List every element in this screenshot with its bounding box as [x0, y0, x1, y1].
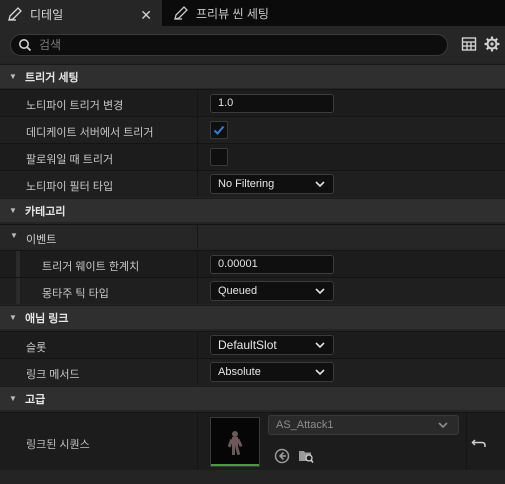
- link-method-dropdown[interactable]: Absolute: [210, 362, 334, 382]
- notify-trigger-change-field[interactable]: 1.0: [210, 94, 334, 113]
- property-row-montage-tick-type: 몽타주 틱 타입 Queued: [0, 277, 505, 304]
- category-anim-link[interactable]: ▼ 애님 링크: [0, 305, 505, 329]
- table-view-icon[interactable]: [461, 36, 477, 52]
- slot-dropdown[interactable]: DefaultSlot: [210, 335, 334, 355]
- search-box[interactable]: [10, 34, 448, 56]
- collapse-arrow-icon: ▼: [9, 72, 17, 81]
- dropdown-value: Absolute: [218, 366, 261, 378]
- subcategory-label: 이벤트: [26, 234, 57, 246]
- indent-guide: [16, 278, 20, 304]
- chevron-down-icon: [315, 288, 325, 295]
- tab-label: 디테일: [30, 7, 64, 22]
- search-bar: [0, 26, 505, 62]
- column-splitter[interactable]: [197, 117, 198, 143]
- property-label: 슬롯: [26, 342, 47, 354]
- category-label: 고급: [25, 393, 46, 406]
- chevron-down-icon: [315, 181, 325, 188]
- column-splitter[interactable]: [197, 171, 198, 197]
- category-advanced[interactable]: ▼ 고급: [0, 386, 505, 410]
- property-row-slot: 슬롯 DefaultSlot: [0, 331, 505, 358]
- reset-to-default-icon[interactable]: [471, 435, 487, 451]
- character-preview-image: [211, 418, 259, 466]
- tab-details[interactable]: 디테일 ✕: [0, 0, 162, 26]
- column-splitter[interactable]: [197, 278, 198, 304]
- dropdown-value: No Filtering: [218, 178, 275, 190]
- tab-bar: 디테일 ✕ 프리뷰 씬 세팅: [0, 0, 505, 26]
- tab-preview-scene-settings[interactable]: 프리뷰 씬 세팅: [166, 0, 316, 26]
- trigger-weight-threshold-field[interactable]: 0.00001: [210, 255, 334, 274]
- property-row-trigger-weight-threshold: 트리거 웨이트 한계치 0.00001: [0, 250, 505, 277]
- column-splitter: [466, 413, 467, 470]
- thumbnail-status-bar: [211, 464, 259, 466]
- use-selected-asset-icon[interactable]: [274, 448, 290, 464]
- linked-sequence-asset-picker[interactable]: AS_Attack1: [268, 415, 459, 435]
- collapse-arrow-icon: ▼: [9, 206, 17, 215]
- column-splitter[interactable]: [197, 359, 198, 385]
- pencil-icon: [172, 4, 190, 22]
- category-label: 애님 링크: [25, 312, 69, 325]
- column-splitter[interactable]: [197, 90, 198, 116]
- subcategory-event[interactable]: ▼ 이벤트: [0, 224, 505, 248]
- chevron-down-icon: [315, 369, 325, 376]
- column-splitter[interactable]: [197, 413, 198, 470]
- close-icon[interactable]: ✕: [140, 7, 152, 24]
- category-label: 카테고리: [25, 205, 66, 218]
- pencil-icon: [6, 5, 24, 23]
- dropdown-value: Queued: [218, 285, 258, 297]
- property-row-notify-filter-type: 노티파이 필터 타입 No Filtering: [0, 170, 505, 197]
- asset-name: AS_Attack1: [276, 419, 334, 431]
- notify-filter-type-dropdown[interactable]: No Filtering: [210, 174, 334, 194]
- category-category[interactable]: ▼ 카테고리: [0, 198, 505, 222]
- trigger-on-dedicated-checkbox[interactable]: [210, 121, 228, 139]
- property-label: 링크 메서드: [26, 369, 80, 381]
- gear-icon[interactable]: [484, 36, 500, 52]
- column-splitter[interactable]: [197, 332, 198, 358]
- checkmark-icon: [213, 125, 225, 135]
- property-label: 노티파이 트리거 변경: [26, 100, 124, 112]
- details-panel: ▼ 트리거 세팅 노티파이 트리거 변경 1.0 데디케이트 서버에서 트리거 …: [0, 62, 505, 484]
- column-splitter[interactable]: [197, 251, 198, 277]
- collapse-arrow-icon: ▼: [10, 231, 18, 240]
- tab-label: 프리뷰 씬 세팅: [196, 6, 269, 21]
- sequence-thumbnail[interactable]: [210, 417, 260, 467]
- property-label: 팔로워일 때 트리거: [26, 154, 114, 166]
- chevron-down-icon: [438, 422, 448, 429]
- property-label: 트리거 웨이트 한계치: [42, 261, 140, 273]
- property-row-link-method: 링크 메서드 Absolute: [0, 358, 505, 385]
- property-row-notify-trigger-change: 노티파이 트리거 변경 1.0: [0, 89, 505, 116]
- collapse-arrow-icon: ▼: [9, 394, 17, 403]
- collapse-arrow-icon: ▼: [9, 313, 17, 322]
- category-label: 트리거 세팅: [25, 71, 79, 84]
- column-splitter[interactable]: [197, 225, 198, 248]
- search-icon: [19, 39, 32, 52]
- montage-tick-type-dropdown[interactable]: Queued: [210, 281, 334, 301]
- indent-guide: [16, 251, 20, 277]
- property-row-linked-sequence: 링크된 시퀀스 AS_Attack1: [0, 412, 505, 470]
- property-label: 링크된 시퀀스: [26, 439, 90, 451]
- property-label: 몽타주 틱 타입: [42, 288, 109, 300]
- chevron-down-icon: [315, 342, 325, 349]
- category-trigger-settings[interactable]: ▼ 트리거 세팅: [0, 64, 505, 88]
- trigger-on-follower-checkbox[interactable]: [210, 148, 228, 166]
- search-input[interactable]: [39, 38, 419, 52]
- property-row-trigger-on-follower: 팔로워일 때 트리거: [0, 143, 505, 170]
- column-splitter[interactable]: [197, 144, 198, 170]
- property-label: 노티파이 필터 타입: [26, 181, 114, 193]
- browse-asset-icon[interactable]: [298, 448, 314, 464]
- property-label: 데디케이트 서버에서 트리거: [26, 127, 154, 139]
- property-row-trigger-on-dedicated: 데디케이트 서버에서 트리거: [0, 116, 505, 143]
- dropdown-value: DefaultSlot: [218, 338, 277, 352]
